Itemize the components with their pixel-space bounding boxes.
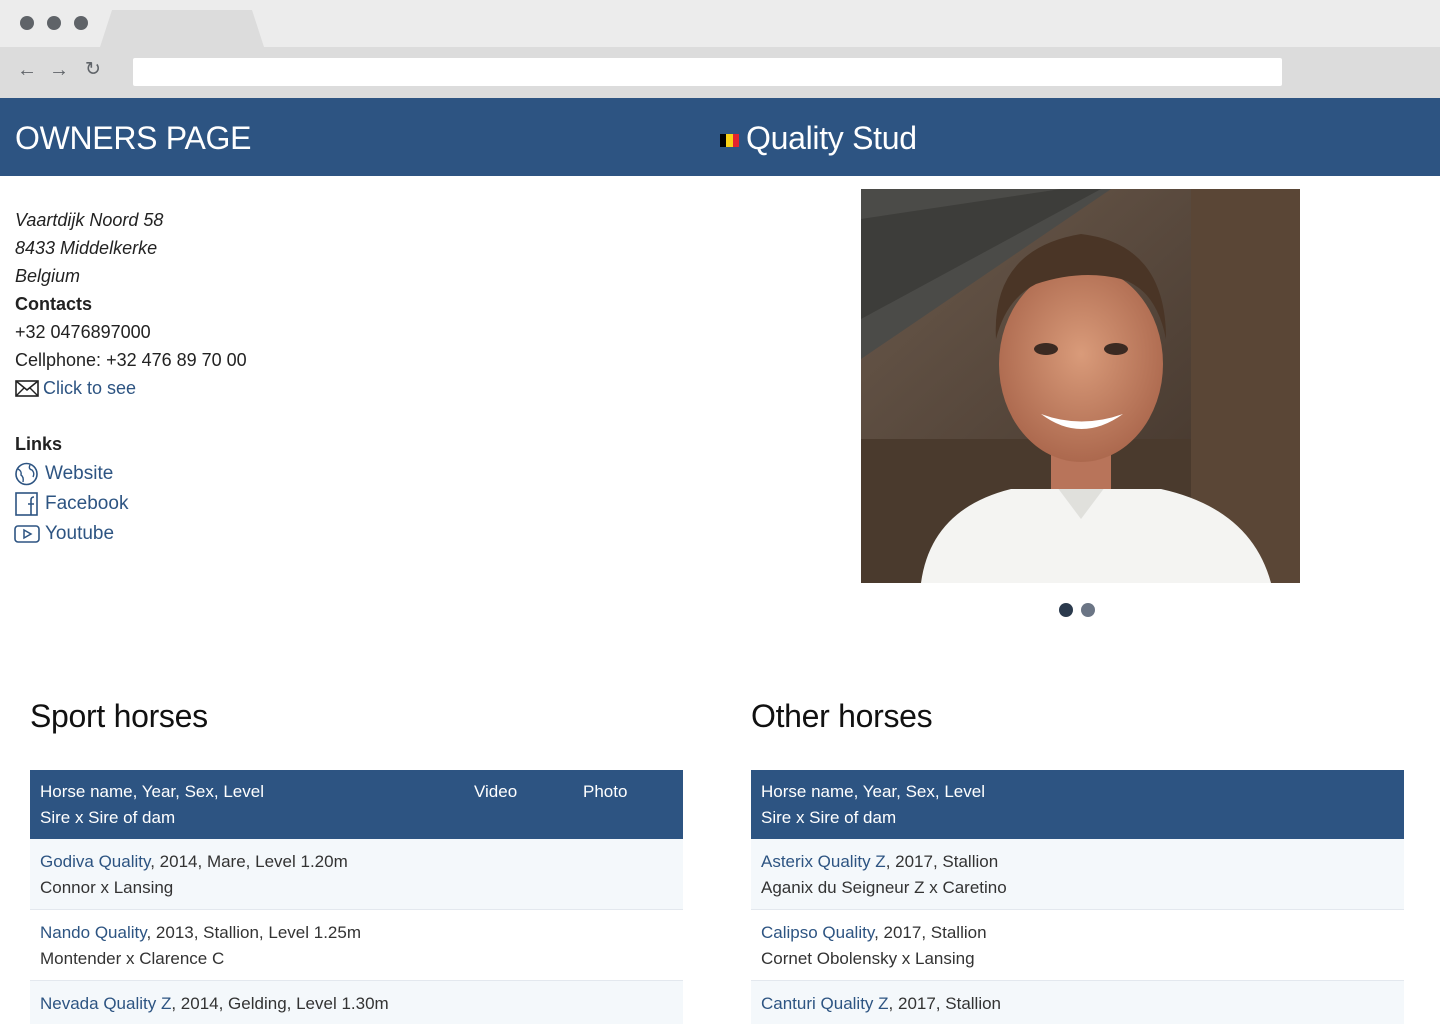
links-list: Website Facebook Youtube — [14, 459, 128, 549]
carousel-dot-active[interactable] — [1059, 603, 1073, 617]
table-row: Canturi Quality Z, 2017, Stallion — [751, 981, 1404, 1024]
sport-horses-title: Sport horses — [30, 698, 208, 734]
stud-name: Quality Stud — [746, 120, 917, 156]
address-country: Belgium — [15, 266, 81, 286]
globe-icon — [15, 462, 38, 486]
horse-details: , 2014, Mare, Level 1.20m — [150, 852, 348, 871]
envelope-icon — [15, 379, 39, 397]
youtube-icon — [14, 525, 40, 543]
table-header: Horse name, Year, Sex, Level Sire x Sire… — [751, 770, 1404, 839]
link-youtube[interactable]: Youtube — [14, 519, 128, 549]
carousel-dot[interactable] — [1081, 603, 1095, 617]
cellphone-number: Cellphone: +32 476 89 70 00 — [15, 350, 247, 370]
phone-number: +32 0476897000 — [15, 322, 151, 342]
page-title: OWNERS PAGE — [15, 120, 252, 156]
horse-name-link[interactable]: Godiva Quality — [40, 852, 150, 871]
header-column-horse: Horse name, Year, Sex, Level Sire x Sire… — [761, 779, 985, 831]
address-city: 8433 Middelkerke — [15, 238, 158, 258]
horse-name-link[interactable]: Calipso Quality — [761, 923, 874, 942]
horse-name-link[interactable]: Nevada Quality Z — [40, 994, 171, 1013]
links-heading: Links — [15, 434, 63, 454]
browser-tab[interactable] — [100, 10, 264, 47]
tab-strip — [0, 0, 1440, 47]
table-row: Calipso Quality, 2017, Stallion Cornet O… — [751, 910, 1404, 981]
horse-details: , 2017, Stallion — [888, 994, 1002, 1013]
forward-icon[interactable]: → — [47, 58, 71, 82]
carousel-dots — [1059, 603, 1103, 617]
belgium-flag-icon — [720, 133, 739, 147]
email-row[interactable]: Click to see — [15, 374, 247, 402]
facebook-icon — [15, 492, 38, 516]
header-column-horse: Horse name, Year, Sex, Level Sire x Sire… — [40, 779, 264, 831]
window-maximize-dot[interactable] — [74, 16, 88, 30]
address-street: Vaartdijk Noord 58 — [15, 210, 164, 230]
header-column-photo: Photo — [583, 782, 628, 801]
header-line: Horse name, Year, Sex, Level — [40, 782, 264, 801]
horse-details: , 2014, Gelding, Level 1.30m — [171, 994, 389, 1013]
table-row: Nando Quality, 2013, Stallion, Level 1.2… — [30, 910, 683, 981]
header-line: Horse name, Year, Sex, Level — [761, 782, 985, 801]
horse-pedigree: Aganix du Seigneur Z x Caretino — [761, 878, 1007, 897]
link-website[interactable]: Website — [14, 459, 128, 489]
site-header: OWNERS PAGE Quality Stud — [0, 98, 1440, 176]
horse-pedigree: Montender x Clarence C — [40, 949, 225, 968]
back-icon[interactable]: ← — [15, 58, 39, 82]
horse-pedigree: Cornet Obolensky x Lansing — [761, 949, 975, 968]
table-header: Horse name, Year, Sex, Level Sire x Sire… — [30, 770, 683, 839]
horse-name-link[interactable]: Asterix Quality Z — [761, 852, 886, 871]
contacts-heading: Contacts — [15, 294, 93, 314]
link-facebook[interactable]: Facebook — [14, 489, 128, 519]
url-bar[interactable] — [133, 58, 1282, 86]
header-column-video: Video — [474, 782, 518, 801]
reload-icon[interactable]: ↻ — [81, 58, 105, 82]
stud-heading: Quality Stud — [720, 118, 917, 158]
sport-horses-table: Horse name, Year, Sex, Level Sire x Sire… — [30, 770, 683, 1024]
horse-details: , 2017, Stallion — [885, 852, 999, 871]
other-horses-table: Horse name, Year, Sex, Level Sire x Sire… — [751, 770, 1404, 1024]
header-line: Sire x Sire of dam — [40, 808, 176, 827]
owner-photo[interactable] — [861, 189, 1300, 583]
horse-name-link[interactable]: Nando Quality — [40, 923, 146, 942]
horse-details: , 2013, Stallion, Level 1.25m — [146, 923, 361, 942]
browser-chrome: ← → ↻ — [0, 0, 1440, 98]
table-row: Godiva Quality, 2014, Mare, Level 1.20m … — [30, 839, 683, 910]
table-row: Nevada Quality Z, 2014, Gelding, Level 1… — [30, 981, 683, 1024]
browser-toolbar: ← → ↻ — [0, 47, 1440, 98]
link-label[interactable]: Website — [45, 459, 113, 489]
email-reveal-link[interactable]: Click to see — [43, 374, 136, 402]
horse-pedigree: Connor x Lansing — [40, 878, 174, 897]
header-line: Sire x Sire of dam — [761, 808, 897, 827]
other-horses-title: Other horses — [751, 698, 933, 734]
link-label[interactable]: Facebook — [45, 489, 128, 519]
window-minimize-dot[interactable] — [47, 16, 61, 30]
link-label[interactable]: Youtube — [45, 519, 114, 549]
table-row: Asterix Quality Z, 2017, Stallion Aganix… — [751, 839, 1404, 910]
owner-info: Vaartdijk Noord 58 8433 Middelkerke Belg… — [15, 206, 247, 402]
horse-name-link[interactable]: Canturi Quality Z — [761, 994, 889, 1013]
window-close-dot[interactable] — [20, 16, 34, 30]
horse-details: , 2017, Stallion — [874, 923, 987, 942]
